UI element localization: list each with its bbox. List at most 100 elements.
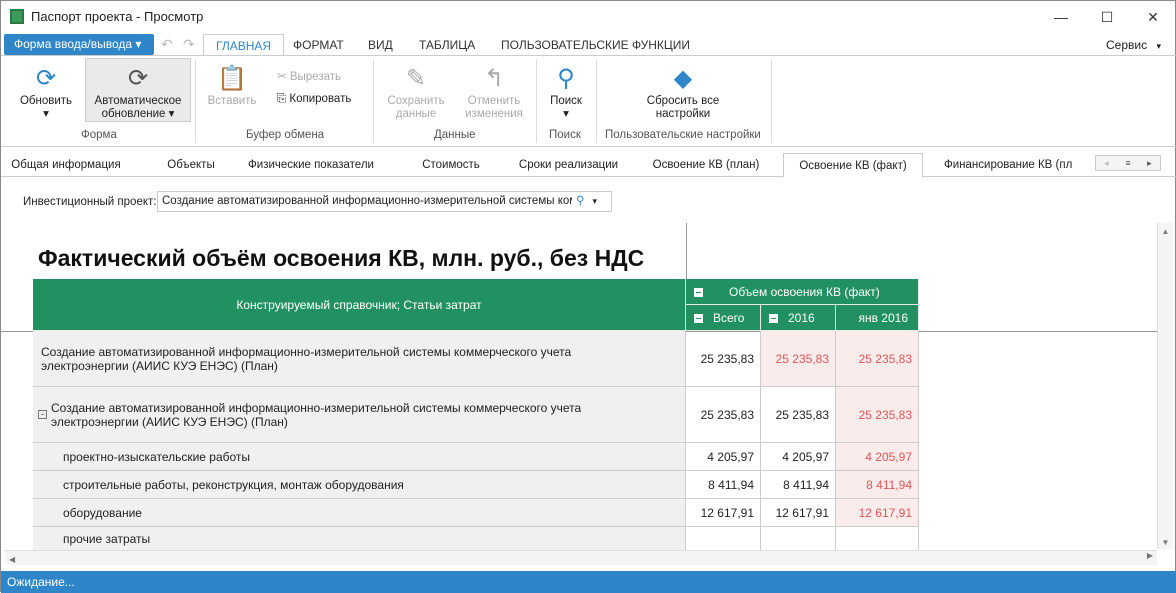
- row-label: оборудование: [63, 505, 142, 520]
- minimize-button[interactable]: —: [1041, 5, 1081, 29]
- row-label: строительные работы, реконструкция, монт…: [63, 477, 404, 492]
- tab-home[interactable]: ГЛАВНАЯ: [203, 34, 285, 56]
- reset-settings-button[interactable]: ◆ Сбросить все настройки: [631, 63, 735, 121]
- copy-icon: ⎘: [277, 93, 287, 105]
- service-label: Сервис: [1106, 38, 1148, 52]
- doc-tab-active[interactable]: Освоение КВ (факт): [783, 153, 923, 178]
- undo-changes-icon: ↰: [483, 65, 505, 92]
- divider: [686, 223, 687, 279]
- scissors-icon: ✂: [277, 71, 287, 83]
- scroll-right-icon[interactable]: ▶: [1147, 551, 1153, 560]
- app-icon: [10, 9, 24, 24]
- scroll-left-icon[interactable]: ◀: [9, 555, 15, 564]
- table-cell[interactable]: [686, 527, 761, 551]
- collapse-icon[interactable]: [694, 288, 703, 298]
- project-select[interactable]: Создание автоматизированной информационн…: [157, 191, 612, 212]
- table-row-label: - Создание автоматизированной информацион…: [33, 387, 686, 443]
- undo-icon[interactable]: ↶: [161, 36, 173, 53]
- chevron-down-icon[interactable]: ▾: [592, 196, 597, 206]
- collapse-icon[interactable]: -: [38, 410, 47, 419]
- tab-prev-icon[interactable]: ◂: [1104, 156, 1109, 170]
- group-clipboard: Буфер обмена: [246, 129, 325, 141]
- service-menu[interactable]: Сервис ▾: [1106, 38, 1161, 52]
- doc-tab[interactable]: Физические показатели: [246, 153, 376, 177]
- divider: [771, 59, 772, 143]
- paste-icon: 📋: [217, 65, 247, 92]
- search-button[interactable]: ⚲ Поиск ▾: [541, 63, 591, 121]
- divider: [373, 59, 374, 143]
- table-cell[interactable]: 4 205,97: [836, 443, 919, 471]
- table-cell[interactable]: 12 617,91: [761, 499, 836, 527]
- doc-tab[interactable]: Освоение КВ (план): [641, 153, 771, 177]
- close-button[interactable]: ✕: [1133, 5, 1173, 29]
- cancel-changes-button[interactable]: ↰ Отменить изменения: [459, 63, 529, 121]
- tab-user-functions[interactable]: ПОЛЬЗОВАТЕЛЬСКИЕ ФУНКЦИИ: [489, 34, 702, 56]
- table-cell[interactable]: 25 235,83: [686, 387, 761, 443]
- table-row-label: строительные работы, реконструкция, монт…: [33, 471, 686, 499]
- refresh-icon: ⟳: [35, 65, 57, 92]
- table-cell[interactable]: 8 411,94: [761, 471, 836, 499]
- paste-button[interactable]: 📋 Вставить: [201, 63, 263, 108]
- table-cell[interactable]: 4 205,97: [761, 443, 836, 471]
- auto-label-1: Автоматическое: [94, 95, 182, 107]
- window-title: Паспорт проекта - Просмотр: [31, 9, 204, 24]
- vertical-scrollbar[interactable]: ▲ ▼: [1157, 223, 1173, 549]
- doc-tab[interactable]: Общая информация: [11, 153, 121, 177]
- form-menu-button[interactable]: Форма ввода/вывода ▾: [4, 34, 154, 55]
- tab-next-icon[interactable]: ▸: [1147, 156, 1152, 170]
- column-header[interactable]: янв 2016: [836, 305, 919, 331]
- scroll-up-icon[interactable]: ▲: [1158, 227, 1173, 236]
- redo-icon[interactable]: ↷: [183, 36, 195, 53]
- doc-tab[interactable]: Финансирование КВ (пл: [936, 153, 1076, 177]
- table-cell[interactable]: [836, 527, 919, 551]
- cut-button[interactable]: ✂ Вырезать: [277, 71, 341, 84]
- tab-format[interactable]: ФОРМАТ: [281, 34, 356, 56]
- tab-view[interactable]: ВИД: [356, 34, 405, 56]
- column-header[interactable]: 2016: [761, 305, 836, 331]
- save-label-2: данные: [395, 108, 437, 120]
- divider: [536, 59, 537, 143]
- horizontal-scrollbar[interactable]: ◀ ▶: [5, 550, 1157, 565]
- auto-refresh-button[interactable]: ⟳ Автоматическое обновление ▾: [85, 58, 191, 122]
- search-icon[interactable]: ⚲: [576, 195, 584, 207]
- report-title: Фактический объём освоения КВ, млн. руб.…: [38, 245, 645, 271]
- maximize-button[interactable]: ☐: [1087, 5, 1127, 29]
- title-bar: Паспорт проекта - Просмотр — ☐ ✕: [1, 1, 1176, 33]
- collapse-icon[interactable]: [769, 314, 778, 324]
- table-cell[interactable]: 25 235,83: [761, 387, 836, 443]
- refresh-button[interactable]: ⟳ Обновить ▾: [11, 63, 81, 121]
- table-cell[interactable]: 25 235,83: [836, 331, 919, 387]
- table-cell[interactable]: 8 411,94: [836, 471, 919, 499]
- table-cell[interactable]: 12 617,91: [686, 499, 761, 527]
- row-label: Создание автоматизированной информационн…: [51, 400, 582, 429]
- group-form: Форма: [81, 129, 117, 141]
- doc-tab[interactable]: Сроки реализации: [511, 153, 626, 177]
- project-filter-label: Инвестиционный проект:: [23, 196, 157, 208]
- tab-list-icon[interactable]: ≡: [1125, 156, 1130, 170]
- refresh-label: Обновить: [19, 95, 73, 107]
- table-cell[interactable]: 25 235,83: [836, 387, 919, 443]
- collapse-icon[interactable]: [694, 314, 703, 324]
- tab-scroll-controls: ◂ ≡ ▸: [1095, 155, 1161, 171]
- table-cell[interactable]: 4 205,97: [686, 443, 761, 471]
- doc-tab[interactable]: Объекты: [151, 153, 231, 177]
- copy-button[interactable]: ⎘ Копировать: [277, 93, 351, 106]
- group-search: Поиск: [549, 129, 581, 141]
- table-cell[interactable]: 8 411,94: [686, 471, 761, 499]
- divider: [596, 59, 597, 143]
- tab-table[interactable]: ТАБЛИЦА: [407, 34, 487, 56]
- column-label: Всего: [713, 311, 745, 325]
- table-cell[interactable]: 12 617,91: [836, 499, 919, 527]
- column-label: 2016: [788, 311, 815, 325]
- doc-tab[interactable]: Стоимость: [406, 153, 496, 177]
- scroll-down-icon[interactable]: ▼: [1158, 538, 1173, 547]
- form-menu-label: Форма ввода/вывода: [14, 37, 133, 51]
- table-cell[interactable]: 25 235,83: [686, 331, 761, 387]
- group-header-label: Объем освоения КВ (факт): [729, 285, 880, 299]
- group-header[interactable]: Объем освоения КВ (факт): [686, 279, 919, 305]
- column-header[interactable]: Всего: [686, 305, 761, 331]
- eraser-icon: ◆: [673, 65, 693, 92]
- table-cell[interactable]: 25 235,83: [761, 331, 836, 387]
- table-cell[interactable]: [761, 527, 836, 551]
- save-button[interactable]: ✎ Сохранить данные: [381, 63, 451, 121]
